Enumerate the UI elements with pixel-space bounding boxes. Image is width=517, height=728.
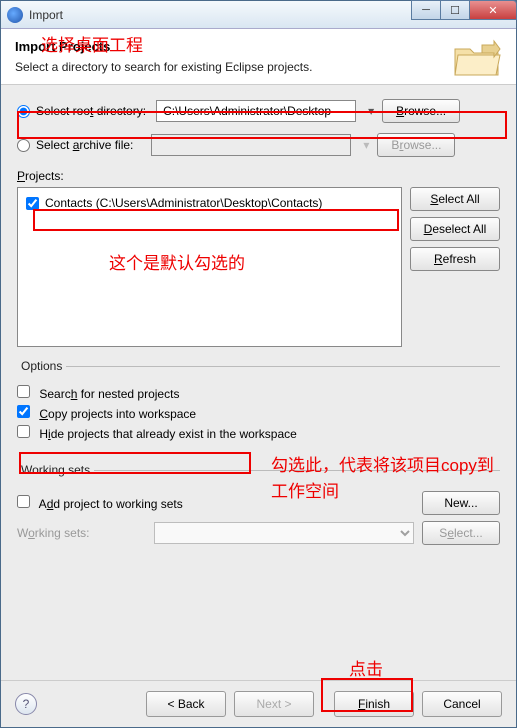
hide-checkbox[interactable] [17,425,30,438]
add-working-set-option[interactable]: Add project to working sets [17,495,422,511]
wizard-footer: ? < Back Next > Finish Cancel [1,680,516,727]
close-button[interactable]: ✕ [469,0,517,20]
hide-projects-option[interactable]: Hide projects that already exist in the … [17,425,297,441]
browse-root-button[interactable]: BBrowse...rowse... [382,99,460,123]
working-sets-legend: Working sets [17,463,94,477]
archive-file-input [151,134,351,156]
folder-import-icon [452,39,502,79]
dropdown-icon: ▾ [363,138,369,152]
import-dialog: Import ─ ☐ ✕ Import Projects Select a di… [0,0,517,728]
select-all-button[interactable]: Select All [410,187,500,211]
dropdown-icon[interactable]: ▾ [368,104,374,118]
archive-file-radio-label[interactable]: Select archive file: [17,138,133,152]
options-group: Options Search for nested projects Copy … [17,359,500,445]
copy-projects-option[interactable]: Copy projects into workspace [17,405,196,421]
add-ws-checkbox[interactable] [17,495,30,508]
next-button: Next > [234,691,314,717]
page-title: Import Projects [15,39,502,54]
finish-button[interactable]: Finish [334,691,414,717]
select-working-set-button: Select... [422,521,500,545]
projects-label: Projects: [17,169,500,183]
deselect-all-button[interactable]: Deselect All [410,217,500,241]
archive-file-radio[interactable] [17,139,30,152]
nested-projects-option[interactable]: Search for nested projects [17,385,179,401]
browse-archive-button: Browse... [377,133,455,157]
root-directory-radio-label[interactable]: Select root directory: [17,104,146,118]
root-directory-input[interactable] [156,100,356,122]
options-legend: Options [17,359,66,373]
project-checkbox[interactable] [26,197,39,210]
working-sets-combo [154,522,414,544]
working-sets-group: Working sets Add project to working sets… [17,463,500,551]
projects-list[interactable]: Contacts (C:\Users\Administrator\Desktop… [17,187,402,347]
new-working-set-button[interactable]: New... [422,491,500,515]
cancel-button[interactable]: Cancel [422,691,502,717]
eclipse-icon [7,7,23,23]
refresh-button[interactable]: Refresh [410,247,500,271]
wizard-header: Import Projects Select a directory to se… [1,29,516,85]
root-directory-radio[interactable] [17,105,30,118]
list-item[interactable]: Contacts (C:\Users\Administrator\Desktop… [24,194,395,212]
copy-checkbox[interactable] [17,405,30,418]
page-subtitle: Select a directory to search for existin… [15,60,502,74]
nested-checkbox[interactable] [17,385,30,398]
working-sets-label: Working sets: [17,526,146,540]
minimize-button[interactable]: ─ [411,0,441,20]
project-label: Contacts (C:\Users\Administrator\Desktop… [45,196,322,210]
back-button[interactable]: < Back [146,691,226,717]
titlebar: Import ─ ☐ ✕ [1,1,516,29]
help-icon[interactable]: ? [15,693,37,715]
maximize-button[interactable]: ☐ [440,0,470,20]
